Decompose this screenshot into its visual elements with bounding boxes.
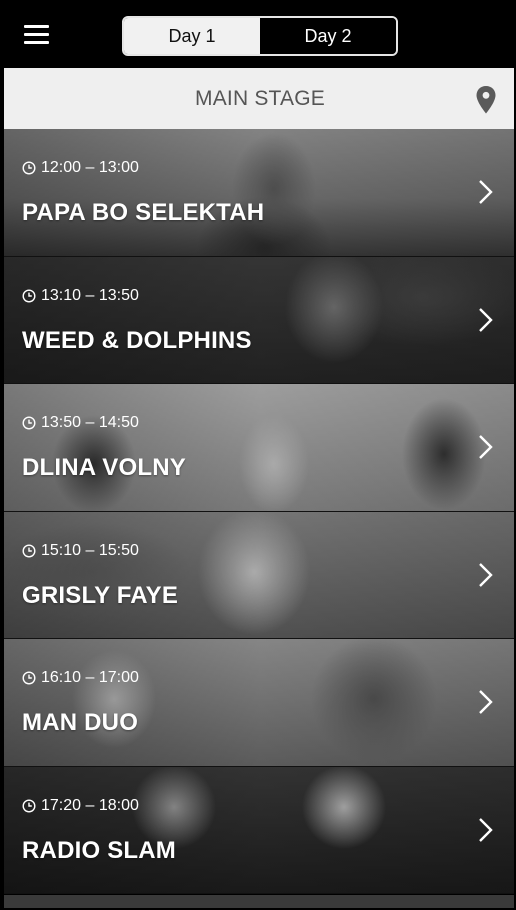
clock-icon — [22, 671, 36, 685]
chevron-right-icon — [479, 180, 493, 204]
clock-icon — [22, 543, 36, 558]
photo-overlay — [4, 384, 514, 511]
map-pin-icon[interactable] — [474, 85, 498, 115]
stage-title: MAIN STAGE — [195, 86, 325, 110]
time-range: 16:10 – 17:00 — [22, 669, 139, 687]
time-text: 17:20 – 18:00 — [41, 796, 139, 814]
schedule-item[interactable]: 15:10 – 15:50 GRISLY FAYE — [4, 511, 514, 639]
clock-icon — [22, 288, 36, 303]
artist-name: PAPA BO SELEKTAH — [22, 199, 265, 226]
photo-overlay — [4, 511, 514, 638]
time-range: 12:00 – 13:00 — [22, 159, 139, 177]
chevron-right-icon — [479, 307, 493, 332]
menu-line — [24, 25, 49, 28]
schedule-item[interactable]: 13:10 – 13:50 WEED & DOLPHINS — [4, 256, 514, 384]
chevron-right-icon — [479, 817, 493, 842]
schedule-list: 12:00 – 13:00 PAPA BO SELEKTAH 13:10 – 1… — [4, 129, 514, 894]
photo-overlay — [4, 766, 514, 893]
artist-name: MAN DUO — [22, 709, 139, 736]
chevron-right-icon — [479, 562, 493, 587]
hamburger-menu-icon[interactable] — [24, 25, 49, 45]
tab-day-1[interactable]: Day 1 — [124, 18, 260, 54]
photo-overlay — [4, 129, 514, 256]
schedule-item[interactable]: 12:00 – 13:00 PAPA BO SELEKTAH — [4, 129, 514, 257]
artist-name: WEED & DOLPHINS — [22, 326, 252, 354]
time-range: 15:10 – 15:50 — [22, 542, 139, 560]
clock-icon — [22, 416, 36, 430]
clock-icon — [22, 161, 36, 175]
photo-overlay — [4, 256, 514, 383]
chevron-right-icon — [479, 435, 493, 459]
menu-line — [24, 41, 49, 44]
time-text: 15:10 – 15:50 — [41, 541, 139, 559]
photo-overlay — [4, 639, 514, 766]
artist-name: GRISLY FAYE — [22, 581, 179, 609]
next-item-peek — [4, 895, 514, 908]
artist-name: RADIO SLAM — [22, 836, 176, 864]
chevron-right-icon — [479, 690, 493, 714]
artist-name: DLINA VOLNY — [22, 454, 186, 481]
time-range: 13:10 – 13:50 — [22, 287, 139, 305]
time-text: 13:10 – 13:50 — [41, 286, 139, 304]
time-text: 16:10 – 17:00 — [41, 669, 139, 686]
time-text: 12:00 – 13:00 — [41, 159, 139, 176]
schedule-item[interactable]: 13:50 – 14:50 DLINA VOLNY — [4, 384, 514, 512]
day-selector: Day 1 Day 2 — [122, 16, 398, 56]
schedule-item[interactable]: 17:20 – 18:00 RADIO SLAM — [4, 766, 514, 894]
top-bar: Day 1 Day 2 — [2, 2, 514, 68]
stage-header: MAIN STAGE — [4, 68, 514, 129]
clock-icon — [22, 798, 36, 813]
time-text: 13:50 – 14:50 — [41, 414, 139, 431]
time-range: 13:50 – 14:50 — [22, 414, 139, 432]
time-range: 17:20 – 18:00 — [22, 797, 139, 815]
app-screen: Day 1 Day 2 MAIN STAGE 12:00 – 13:00 PAP… — [0, 0, 516, 910]
menu-line — [24, 33, 49, 36]
tab-day-2[interactable]: Day 2 — [260, 18, 396, 54]
schedule-item[interactable]: 16:10 – 17:00 MAN DUO — [4, 639, 514, 767]
